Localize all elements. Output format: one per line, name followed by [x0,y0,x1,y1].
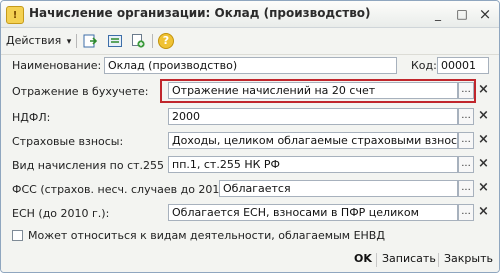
insurance-label: Страховые взносы: [12,135,124,148]
fss-field[interactable]: Облагается [219,180,458,197]
toolbar-separator [76,34,77,48]
copy-document-icon[interactable] [130,33,146,49]
title-bar[interactable]: ! Начисление организации: Оклад (произво… [1,1,499,28]
minimize-button[interactable]: _ [429,6,447,21]
ndfl-select-button[interactable]: ... [458,108,474,125]
fss-clear-icon[interactable]: × [477,180,490,197]
envd-checkbox[interactable] [12,230,23,241]
app-icon: ! [6,6,24,24]
insurance-field[interactable]: Доходы, целиком облагаемые страховыми вз… [168,132,458,149]
structure-icon[interactable] [107,33,123,49]
envd-checkbox-label[interactable]: Может относиться к видам деятельности, о… [28,229,385,242]
fss-label: ФСС (страхов. несч. случаев до 2011 г.): [12,183,248,196]
accrual-type-field[interactable]: пп.1, ст.255 НК РФ [168,156,458,173]
code-label: Код: [411,59,437,72]
esn-field[interactable]: Облагается ЕСН, взносами в ПФР целиком [168,204,458,221]
close-button[interactable]: × [476,5,494,23]
toolbar: Действия ▾ ? [1,28,499,55]
footer-separator [438,253,439,267]
save-button[interactable]: Записать [382,252,436,265]
save-and-close-icon[interactable] [82,33,98,49]
name-field[interactable]: Оклад (производство) [104,57,397,74]
accounting-select-button[interactable]: ... [458,82,474,99]
accrual-type-select-button[interactable]: ... [458,156,474,173]
close-dialog-button[interactable]: Закрыть [444,252,493,265]
esn-select-button[interactable]: ... [458,204,474,221]
dialog-footer: OK Записать Закрыть [1,249,499,272]
name-label: Наименование: [12,59,102,72]
accounting-label: Отражение в бухучете: [12,85,149,98]
accrual-type-clear-icon[interactable]: × [477,156,490,173]
esn-label: ЕСН (до 2010 г.): [12,207,110,220]
insurance-clear-icon[interactable]: × [477,132,490,149]
ok-button[interactable]: OK [354,252,372,265]
ndfl-field[interactable]: 2000 [168,108,458,125]
maximize-button[interactable]: □ [453,6,471,21]
help-icon[interactable]: ? [158,33,174,49]
actions-menu-button[interactable]: Действия ▾ [6,32,71,50]
chevron-down-icon: ▾ [66,37,72,47]
accounting-field[interactable]: Отражение начислений на 20 счет [168,82,458,99]
toolbar-separator [152,34,153,48]
dialog-window: ! Начисление организации: Оклад (произво… [0,0,500,273]
code-field[interactable]: 00001 [437,57,489,74]
ndfl-label: НДФЛ: [12,111,51,124]
footer-separator [376,253,377,267]
accrual-type-label: Вид начисления по ст.255 НК: [12,159,188,172]
actions-label: Действия [6,34,62,47]
accounting-clear-icon[interactable]: × [477,82,490,99]
fss-select-button[interactable]: ... [458,180,474,197]
esn-clear-icon[interactable]: × [477,204,490,221]
ndfl-clear-icon[interactable]: × [477,108,490,125]
window-title: Начисление организации: Оклад (производс… [29,6,371,20]
insurance-select-button[interactable]: ... [458,132,474,149]
